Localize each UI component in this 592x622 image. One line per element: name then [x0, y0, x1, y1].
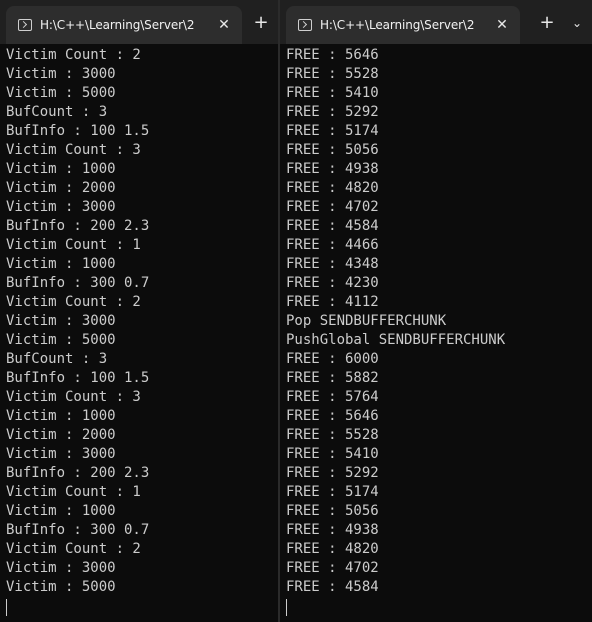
- console-line: FREE : 5292: [286, 465, 379, 481]
- console-line: Pop SENDBUFFERCHUNK: [286, 313, 447, 329]
- console-line: FREE : 4702: [286, 199, 379, 215]
- console-line: FREE : 5410: [286, 85, 379, 101]
- console-line: FREE : 5056: [286, 142, 379, 158]
- console-line: FREE : 4938: [286, 522, 379, 538]
- console-line: PushGlobal SENDBUFFERCHUNK: [286, 332, 506, 348]
- console-line: Victim : 1000: [6, 408, 116, 424]
- tab-bar-right: H:\C++\Learning\Server\2 ✕ + ⌄: [280, 0, 592, 44]
- close-icon[interactable]: ✕: [214, 17, 234, 33]
- console-line: Victim Count : 3: [6, 389, 141, 405]
- console-line: FREE : 4938: [286, 161, 379, 177]
- terminal-split-view: H:\C++\Learning\Server\2 ✕ + Victim Coun…: [0, 0, 592, 622]
- console-line: FREE : 5410: [286, 446, 379, 462]
- close-icon[interactable]: ✕: [492, 17, 512, 33]
- console-line: FREE : 5174: [286, 123, 379, 139]
- console-icon: [298, 19, 312, 31]
- console-line: FREE : 4230: [286, 275, 379, 291]
- console-line: FREE : 4820: [286, 541, 379, 557]
- terminal-pane-left[interactable]: H:\C++\Learning\Server\2 ✕ + Victim Coun…: [0, 0, 278, 622]
- tab-title: H:\C++\Learning\Server\2: [320, 18, 475, 32]
- console-line: BufInfo : 200 2.3: [6, 218, 150, 234]
- console-line: BufInfo : 100 1.5: [6, 123, 150, 139]
- console-line: Victim Count : 1: [6, 484, 141, 500]
- console-line: BufCount : 3: [6, 104, 108, 120]
- console-line: Victim : 3000: [6, 66, 116, 82]
- chevron-down-icon[interactable]: ⌄: [564, 10, 590, 36]
- console-line: FREE : 5292: [286, 104, 379, 120]
- console-line: BufInfo : 100 1.5: [6, 370, 150, 386]
- console-line: FREE : 5646: [286, 408, 379, 424]
- new-tab-button[interactable]: +: [534, 10, 560, 36]
- console-line: BufInfo : 200 2.3: [6, 465, 150, 481]
- console-line: FREE : 5646: [286, 47, 379, 63]
- console-line: FREE : 5056: [286, 503, 379, 519]
- console-line: BufCount : 3: [6, 351, 108, 367]
- console-line: Victim : 3000: [6, 446, 116, 462]
- new-tab-button[interactable]: +: [248, 10, 274, 36]
- console-line: FREE : 4112: [286, 294, 379, 310]
- console-line: Victim Count : 2: [6, 541, 141, 557]
- console-icon: [18, 19, 32, 31]
- console-line: Victim Count : 1: [6, 237, 141, 253]
- console-line: FREE : 6000: [286, 351, 379, 367]
- console-line: Victim : 1000: [6, 503, 116, 519]
- console-line: Victim : 5000: [6, 85, 116, 101]
- console-line: FREE : 5174: [286, 484, 379, 500]
- console-line: Victim Count : 2: [6, 47, 141, 63]
- console-line: Victim : 5000: [6, 332, 116, 348]
- console-line: Victim : 3000: [6, 313, 116, 329]
- console-line: Victim : 1000: [6, 161, 116, 177]
- console-line: FREE : 4348: [286, 256, 379, 272]
- console-output-left[interactable]: Victim Count : 2 Victim : 3000 Victim : 50…: [6, 46, 274, 622]
- tab-title: H:\C++\Learning\Server\2: [40, 18, 195, 32]
- console-line: BufInfo : 300 0.7: [6, 275, 150, 291]
- console-output-right[interactable]: FREE : 5646 FREE : 5528 FREE : 5410 FREE : …: [286, 46, 588, 622]
- tab-terminal-right[interactable]: H:\C++\Learning\Server\2 ✕: [286, 6, 520, 44]
- console-line: FREE : 4466: [286, 237, 379, 253]
- console-line: Victim : 3000: [6, 560, 116, 576]
- tab-terminal-left[interactable]: H:\C++\Learning\Server\2 ✕: [6, 6, 242, 44]
- console-line: FREE : 4702: [286, 560, 379, 576]
- console-line: Victim : 3000: [6, 199, 116, 215]
- console-line: FREE : 5528: [286, 66, 379, 82]
- console-line: Victim : 2000: [6, 180, 116, 196]
- console-line: Victim Count : 2: [6, 294, 141, 310]
- text-cursor: [6, 599, 7, 616]
- console-line: FREE : 5882: [286, 370, 379, 386]
- console-line: FREE : 4584: [286, 579, 379, 595]
- console-line: FREE : 5528: [286, 427, 379, 443]
- console-line: Victim : 5000: [6, 579, 116, 595]
- terminal-pane-right[interactable]: H:\C++\Learning\Server\2 ✕ + ⌄ FREE : 56…: [280, 0, 592, 622]
- tab-bar-left: H:\C++\Learning\Server\2 ✕ +: [0, 0, 278, 44]
- console-line: FREE : 4820: [286, 180, 379, 196]
- console-line: Victim Count : 3: [6, 142, 141, 158]
- console-line: FREE : 5764: [286, 389, 379, 405]
- console-line: FREE : 4584: [286, 218, 379, 234]
- console-line: Victim : 2000: [6, 427, 116, 443]
- console-line: BufInfo : 300 0.7: [6, 522, 150, 538]
- console-line: Victim : 1000: [6, 256, 116, 272]
- text-cursor: [286, 599, 287, 616]
